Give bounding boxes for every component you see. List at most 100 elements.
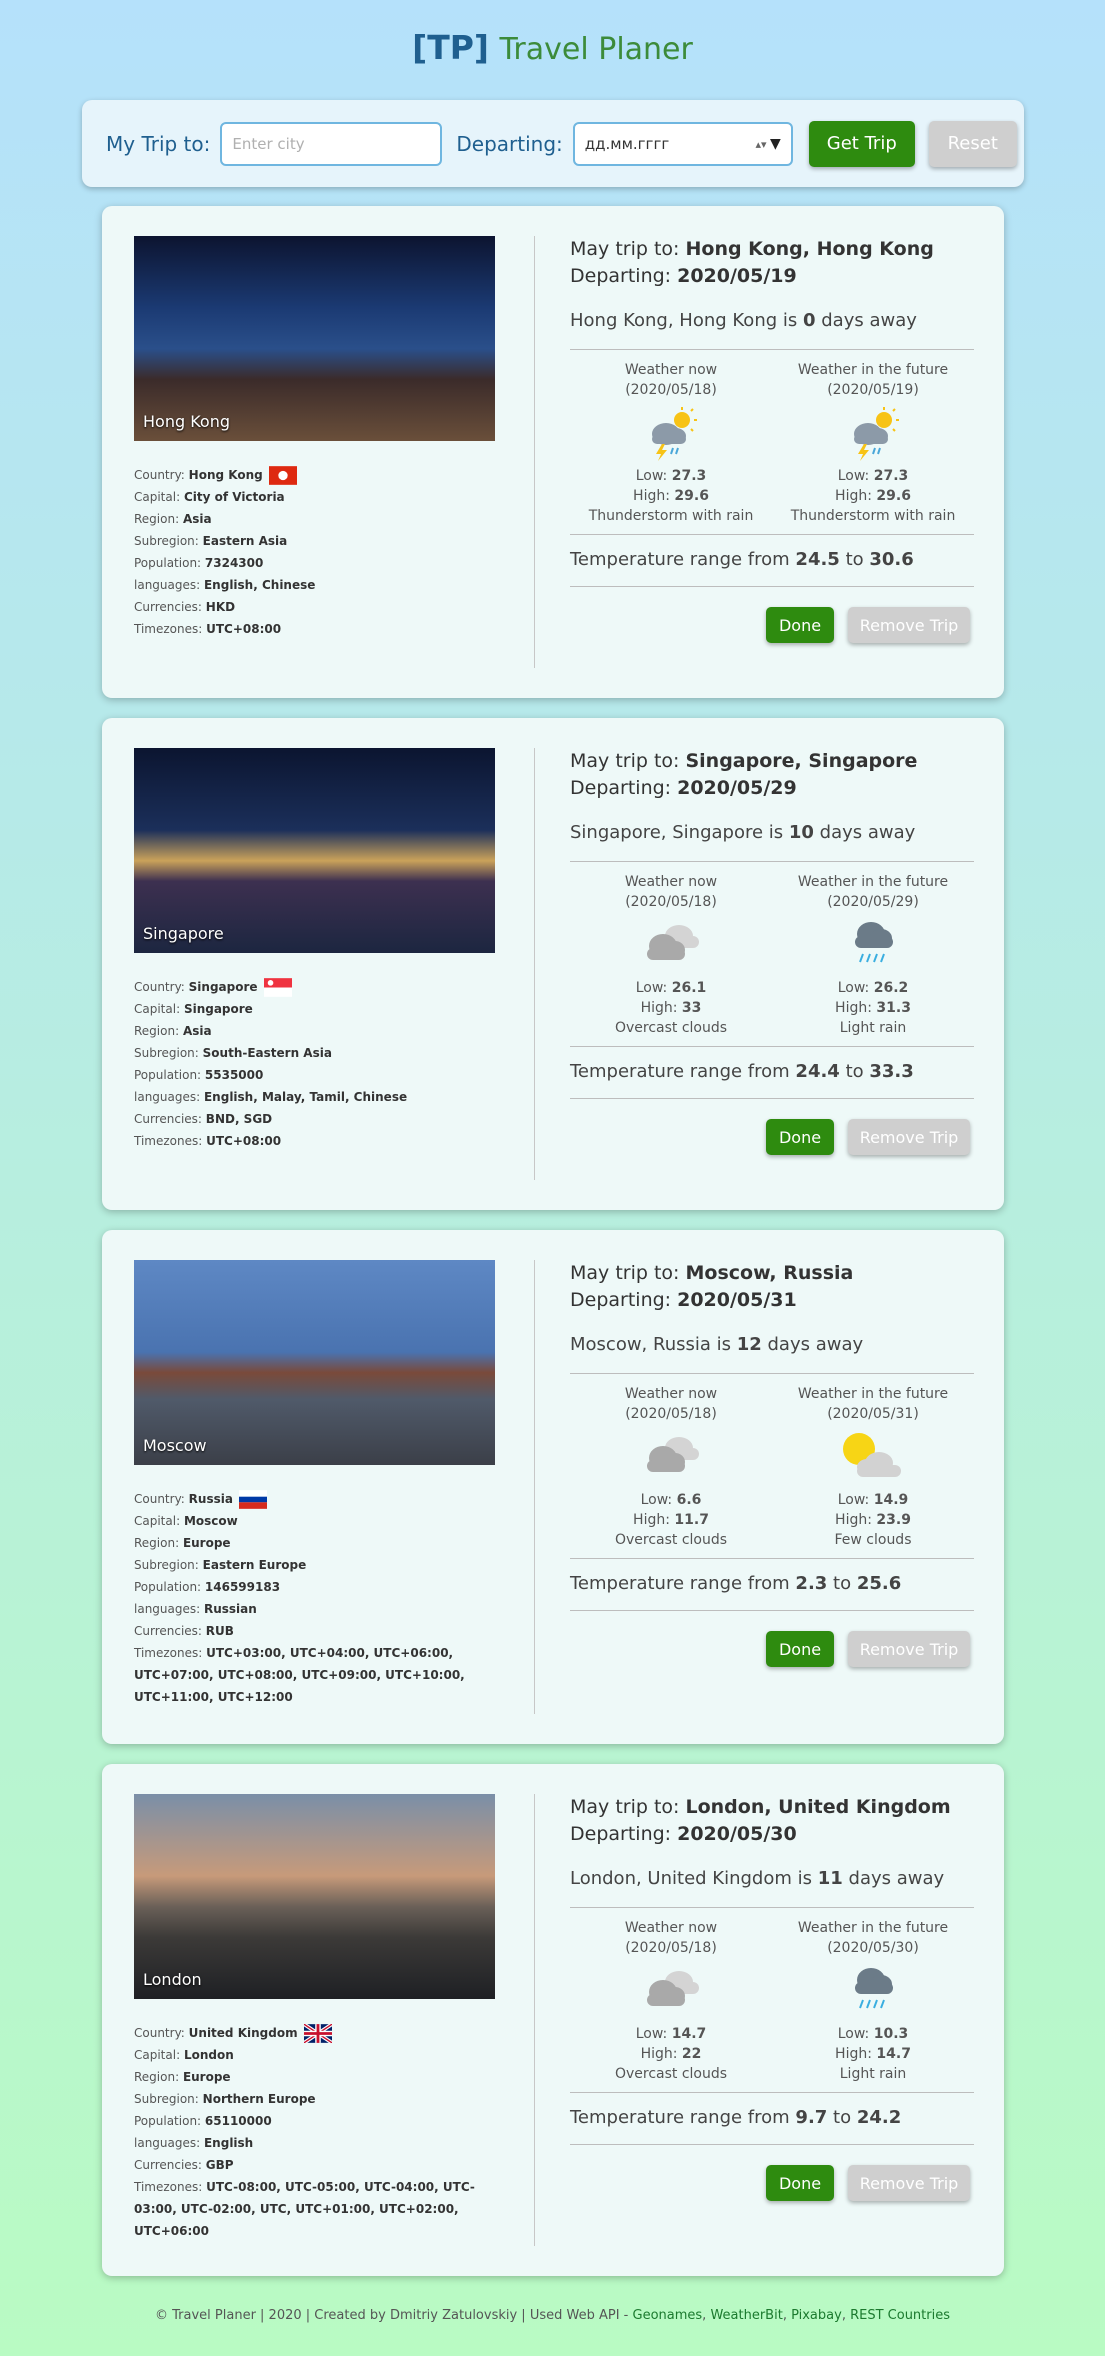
info-timezones: Timezones: UTC+08:00	[134, 1134, 282, 1148]
info-languages: languages: English	[134, 2136, 254, 2150]
country-flag	[263, 466, 297, 485]
remove-trip-button[interactable]: Remove Trip	[848, 1631, 970, 1667]
trip-card: Singapore Country: Singapore Capital: Si…	[102, 718, 1004, 1210]
info-capital: Capital: London	[134, 2048, 234, 2062]
weather-now: Weather now (2020/05/18) Low: 6.6 High: …	[570, 1384, 772, 1550]
trip-details: May trip to: Moscow, Russia Departing: 2…	[570, 1260, 974, 1667]
weather-description: Light rain	[839, 2066, 907, 2082]
destination-photo: Moscow	[134, 1260, 495, 1465]
light-rain-icon	[772, 1958, 974, 2024]
temperature-range: Temperature range from 2.3 to 25.6	[570, 1573, 902, 1594]
info-currencies: Currencies: BND, SGD	[134, 1112, 273, 1126]
logo-name: Travel Planer	[499, 32, 693, 67]
country-info: Country: Hong Kong Capital: City of Vict…	[134, 464, 514, 640]
done-button[interactable]: Done	[766, 1119, 834, 1155]
footer-link-weatherbit[interactable]: WeatherBit	[710, 2308, 782, 2323]
trip-title: May trip to: Singapore, Singapore	[570, 750, 918, 772]
card-divider	[534, 748, 535, 1180]
info-languages: languages: Russian	[134, 1602, 257, 1616]
overcast-clouds-icon	[570, 1958, 772, 2024]
trip-card: Hong Kong Country: Hong Kong Capital: Ci…	[102, 206, 1004, 698]
weather-future: Weather in the future (2020/05/30) Low: …	[772, 1918, 974, 2084]
date-input[interactable]: дд.мм.гггг ▴▾ ▼	[572, 121, 793, 166]
info-country: Country: Singapore	[134, 976, 514, 998]
done-button[interactable]: Done	[766, 607, 834, 643]
country-info: Country: Russia Capital: Moscow Region: …	[134, 1488, 514, 1708]
country-flag	[298, 2024, 332, 2043]
city-input[interactable]: Enter city	[220, 121, 443, 166]
photo-label: Hong Kong	[143, 412, 230, 431]
days-away: Singapore, Singapore is 10 days away	[570, 822, 916, 843]
info-subregion: Subregion: Northern Europe	[134, 2092, 316, 2106]
trip-departing: Departing: 2020/05/31	[570, 1289, 797, 1311]
weather-row: Weather now (2020/05/18) Low: 6.6 High: …	[570, 1374, 974, 1558]
card-actions: Done Remove Trip	[570, 2145, 974, 2201]
days-away: Moscow, Russia is 12 days away	[570, 1334, 864, 1355]
info-languages: languages: English, Chinese	[134, 578, 316, 592]
destination-photo: Singapore	[134, 748, 495, 953]
info-region: Region: Europe	[134, 1536, 231, 1550]
date-placeholder: дд.мм.гггг	[584, 134, 670, 153]
weather-row: Weather now (2020/05/18) Low: 27.3 High:…	[570, 350, 974, 534]
weather-row: Weather now (2020/05/18) Low: 14.7 High:…	[570, 1908, 974, 2092]
done-button[interactable]: Done	[766, 1631, 834, 1667]
photo-label: Singapore	[143, 924, 224, 943]
remove-trip-button[interactable]: Remove Trip	[848, 2165, 970, 2201]
footer-link-geonames[interactable]: Geonames	[633, 2308, 703, 2323]
thunderstorm-icon	[772, 400, 974, 466]
days-away: Hong Kong, Hong Kong is 0 days away	[570, 310, 917, 331]
info-region: Region: Europe	[134, 2070, 231, 2084]
remove-trip-button[interactable]: Remove Trip	[848, 1119, 970, 1155]
overcast-clouds-icon	[570, 912, 772, 978]
thunderstorm-icon	[570, 400, 772, 466]
info-capital: Capital: City of Victoria	[134, 490, 285, 504]
info-region: Region: Asia	[134, 1024, 212, 1038]
trip-title: May trip to: London, United Kingdom	[570, 1796, 951, 1818]
info-timezones: Timezones: UTC+03:00, UTC+04:00, UTC+06:…	[134, 1646, 465, 1704]
trip-departing: Departing: 2020/05/29	[570, 777, 797, 799]
info-currencies: Currencies: RUB	[134, 1624, 234, 1638]
country-flag	[258, 978, 292, 997]
info-subregion: Subregion: Eastern Asia	[134, 534, 288, 548]
card-divider	[534, 1794, 535, 2246]
reset-button[interactable]: Reset	[928, 120, 1017, 167]
page-header: [TP] Travel Planer	[0, 0, 1105, 100]
info-languages: languages: English, Malay, Tamil, Chines…	[134, 1090, 408, 1104]
info-country: Country: Russia	[134, 1488, 514, 1510]
weather-description: Thunderstorm with rain	[790, 508, 956, 524]
card-divider	[534, 236, 535, 668]
light-rain-icon	[772, 912, 974, 978]
info-region: Region: Asia	[134, 512, 212, 526]
card-actions: Done Remove Trip	[570, 587, 974, 643]
info-timezones: Timezones: UTC+08:00	[134, 622, 282, 636]
footer-link-restcountries[interactable]: REST Countries	[850, 2308, 950, 2323]
departing-label: Departing:	[456, 131, 563, 156]
info-subregion: Subregion: South-Eastern Asia	[134, 1046, 332, 1060]
temperature-range: Temperature range from 24.4 to 33.3	[570, 1061, 914, 1082]
footer-text: © Travel Planer | 2020 | Created by Dmit…	[155, 2308, 633, 2323]
country-info: Country: United Kingdom Capital: London …	[134, 2022, 514, 2242]
get-trip-button[interactable]: Get Trip	[808, 120, 915, 167]
trip-title: May trip to: Moscow, Russia	[570, 1262, 854, 1284]
weather-description: Few clouds	[834, 1532, 912, 1548]
remove-trip-button[interactable]: Remove Trip	[848, 607, 970, 643]
info-population: Population: 146599183	[134, 1580, 281, 1594]
footer-link-pixabay[interactable]: Pixabay	[791, 2308, 842, 2323]
trip-title: May trip to: Hong Kong, Hong Kong	[570, 238, 934, 260]
trip-card: Moscow Country: Russia Capital: Moscow R…	[102, 1230, 1004, 1744]
info-currencies: Currencies: HKD	[134, 600, 236, 614]
logo: [TP] Travel Planer	[0, 28, 1105, 70]
weather-description: Light rain	[839, 1020, 907, 1036]
trip-card: London Country: United Kingdom Capital: …	[102, 1764, 1004, 2276]
country-info: Country: Singapore Capital: Singapore Re…	[134, 976, 514, 1152]
info-subregion: Subregion: Eastern Europe	[134, 1558, 307, 1572]
footer: © Travel Planer | 2020 | Created by Dmit…	[155, 2308, 950, 2323]
date-spinner-icon[interactable]: ▴▾ ▼	[755, 136, 780, 152]
destination-photo: Hong Kong	[134, 236, 495, 441]
trip-details: May trip to: Hong Kong, Hong Kong Depart…	[570, 236, 974, 643]
country-flag	[233, 1490, 267, 1509]
done-button[interactable]: Done	[766, 2165, 834, 2201]
weather-row: Weather now (2020/05/18) Low: 26.1 High:…	[570, 862, 974, 1046]
days-away: London, United Kingdom is 11 days away	[570, 1868, 945, 1889]
trip-departing: Departing: 2020/05/30	[570, 1823, 797, 1845]
